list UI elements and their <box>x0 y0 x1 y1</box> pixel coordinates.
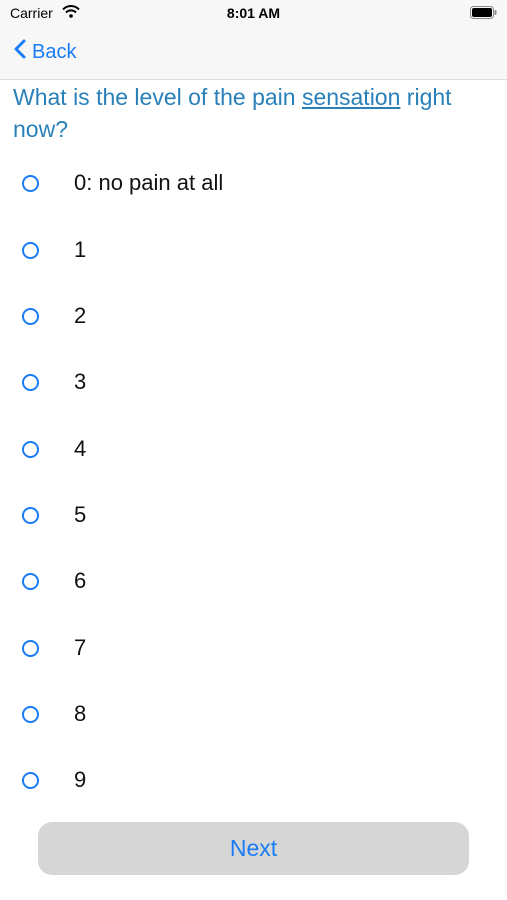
options-list[interactable]: 0: no pain at all 1 2 3 4 5 6 7 8 9 <box>0 150 507 792</box>
radio-icon[interactable] <box>22 572 39 590</box>
option-label: 6 <box>74 568 87 593</box>
question-text-before: What is the level of the pain <box>13 84 302 110</box>
question-text: What is the level of the pain sensation … <box>13 81 483 145</box>
option-label: 1 <box>74 237 87 262</box>
radio-icon[interactable] <box>22 771 39 789</box>
option-1[interactable]: 1 <box>0 224 507 276</box>
option-8[interactable]: 8 <box>0 688 507 740</box>
option-5[interactable]: 5 <box>0 489 507 541</box>
option-2[interactable]: 2 <box>0 290 507 342</box>
option-label: 9 <box>74 767 87 792</box>
option-label: 0: no pain at all <box>74 170 224 195</box>
navigation-bar: Back <box>0 28 507 80</box>
radio-icon[interactable] <box>22 241 39 259</box>
option-6[interactable]: 6 <box>0 555 507 607</box>
battery-icon <box>470 6 497 24</box>
option-label: 8 <box>74 701 87 726</box>
option-label: 7 <box>74 635 87 660</box>
question-underlined-term[interactable]: sensation <box>302 84 400 110</box>
status-bar: Carrier 8:01 AM <box>0 0 507 28</box>
radio-icon[interactable] <box>22 174 39 192</box>
next-button[interactable]: Next <box>38 822 469 875</box>
option-0[interactable]: 0: no pain at all <box>0 157 507 209</box>
option-4[interactable]: 4 <box>0 423 507 475</box>
option-label: 3 <box>74 369 87 394</box>
option-3[interactable]: 3 <box>0 356 507 408</box>
option-label: 2 <box>74 303 87 328</box>
radio-icon[interactable] <box>22 373 39 391</box>
chevron-left-icon <box>14 39 32 65</box>
radio-icon[interactable] <box>22 440 39 458</box>
radio-icon[interactable] <box>22 506 39 524</box>
option-label: 5 <box>74 502 87 527</box>
option-label: 4 <box>74 436 87 461</box>
option-7[interactable]: 7 <box>0 622 507 674</box>
back-label: Back <box>32 40 77 63</box>
radio-icon[interactable] <box>22 639 39 657</box>
option-9[interactable]: 9 <box>0 754 507 792</box>
radio-icon[interactable] <box>22 705 39 723</box>
radio-icon[interactable] <box>22 307 39 325</box>
status-time: 8:01 AM <box>226 5 281 21</box>
back-button[interactable]: Back <box>14 39 76 65</box>
